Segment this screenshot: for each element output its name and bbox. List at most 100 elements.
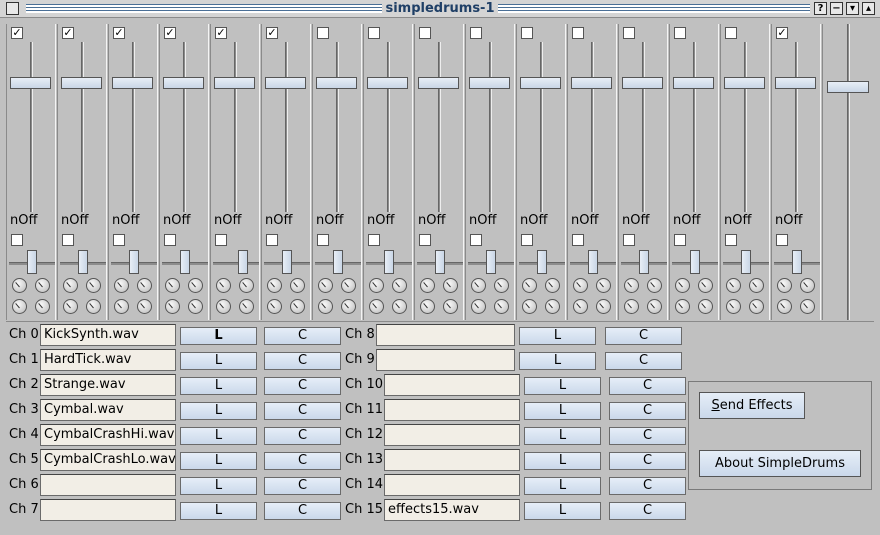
clear-sample-button[interactable]: C <box>264 352 341 370</box>
load-sample-button[interactable]: L <box>524 477 601 495</box>
pan-slider-thumb[interactable] <box>78 250 88 274</box>
pan-slider-thumb[interactable] <box>129 250 139 274</box>
effect-send-knob[interactable] <box>522 278 537 293</box>
noff-checkbox[interactable] <box>164 234 176 246</box>
pan-slider-thumb[interactable] <box>180 250 190 274</box>
volume-track[interactable] <box>234 42 237 212</box>
volume-track[interactable] <box>30 42 33 212</box>
master-volume-track[interactable] <box>847 24 850 320</box>
noff-checkbox[interactable] <box>470 234 482 246</box>
clear-sample-button[interactable]: C <box>605 327 682 345</box>
volume-slider-thumb[interactable] <box>571 77 612 89</box>
noff-checkbox[interactable] <box>266 234 278 246</box>
volume-track[interactable] <box>489 42 492 212</box>
pan-slider-thumb[interactable] <box>238 250 248 274</box>
clear-sample-button[interactable]: C <box>264 452 341 470</box>
effect-send-knob[interactable] <box>35 299 50 314</box>
volume-slider-thumb[interactable] <box>673 77 714 89</box>
volume-slider-thumb[interactable] <box>724 77 765 89</box>
effect-send-knob[interactable] <box>341 299 356 314</box>
effect-send-knob[interactable] <box>494 278 509 293</box>
channel-filename-field[interactable] <box>384 399 520 421</box>
channel-filename-field[interactable]: Cymbal.wav <box>40 399 176 421</box>
strip-enable-checkbox[interactable] <box>674 27 686 39</box>
effect-send-knob[interactable] <box>675 278 690 293</box>
effect-send-knob[interactable] <box>777 278 792 293</box>
effect-send-knob[interactable] <box>12 278 27 293</box>
pan-slider-thumb[interactable] <box>690 250 700 274</box>
effect-send-knob[interactable] <box>392 299 407 314</box>
strip-enable-checkbox[interactable] <box>317 27 329 39</box>
effect-send-knob[interactable] <box>114 278 129 293</box>
volume-slider-thumb[interactable] <box>112 77 153 89</box>
channel-filename-field[interactable]: KickSynth.wav <box>40 324 176 346</box>
volume-slider-thumb[interactable] <box>622 77 663 89</box>
clear-sample-button[interactable]: C <box>609 452 686 470</box>
noff-checkbox[interactable] <box>725 234 737 246</box>
noff-checkbox[interactable] <box>113 234 125 246</box>
noff-checkbox[interactable] <box>317 234 329 246</box>
strip-enable-checkbox[interactable] <box>623 27 635 39</box>
effect-send-knob[interactable] <box>726 278 741 293</box>
strip-enable-checkbox[interactable]: ✓ <box>62 27 74 39</box>
effect-send-knob[interactable] <box>749 299 764 314</box>
effect-send-knob[interactable] <box>647 299 662 314</box>
effect-send-knob[interactable] <box>698 299 713 314</box>
pan-slider-thumb[interactable] <box>282 250 292 274</box>
clear-sample-button[interactable]: C <box>264 502 341 520</box>
volume-slider-thumb[interactable] <box>418 77 459 89</box>
noff-checkbox[interactable] <box>215 234 227 246</box>
effect-send-knob[interactable] <box>800 278 815 293</box>
noff-checkbox[interactable] <box>62 234 74 246</box>
strip-enable-checkbox[interactable]: ✓ <box>215 27 227 39</box>
effect-send-knob[interactable] <box>137 278 152 293</box>
effect-send-knob[interactable] <box>188 299 203 314</box>
volume-slider-thumb[interactable] <box>61 77 102 89</box>
clear-sample-button[interactable]: C <box>264 327 341 345</box>
strip-enable-checkbox[interactable]: ✓ <box>11 27 23 39</box>
pan-track[interactable] <box>213 262 259 265</box>
clear-sample-button[interactable]: C <box>264 427 341 445</box>
maximize-button[interactable]: ▴ <box>862 2 875 15</box>
load-sample-button[interactable]: L <box>180 402 257 420</box>
effect-send-knob[interactable] <box>471 278 486 293</box>
strip-enable-checkbox[interactable] <box>521 27 533 39</box>
load-sample-button[interactable]: L <box>524 427 601 445</box>
channel-filename-field[interactable] <box>376 324 515 346</box>
effect-send-knob[interactable] <box>545 299 560 314</box>
help-button[interactable]: ? <box>814 2 827 15</box>
shade-button[interactable]: ▾ <box>846 2 859 15</box>
volume-slider-thumb[interactable] <box>265 77 306 89</box>
channel-filename-field[interactable]: CymbalCrashLo.wav <box>40 449 176 471</box>
channel-filename-field[interactable]: HardTick.wav <box>40 349 176 371</box>
volume-slider-thumb[interactable] <box>163 77 204 89</box>
noff-checkbox[interactable] <box>419 234 431 246</box>
clear-sample-button[interactable]: C <box>264 402 341 420</box>
effect-send-knob[interactable] <box>596 278 611 293</box>
channel-filename-field[interactable] <box>384 449 520 471</box>
pan-slider-thumb[interactable] <box>486 250 496 274</box>
effect-send-knob[interactable] <box>522 299 537 314</box>
load-sample-button[interactable]: L <box>524 402 601 420</box>
volume-track[interactable] <box>438 42 441 212</box>
strip-enable-checkbox[interactable]: ✓ <box>164 27 176 39</box>
effect-send-knob[interactable] <box>216 299 231 314</box>
clear-sample-button[interactable]: C <box>605 352 682 370</box>
effect-send-knob[interactable] <box>624 299 639 314</box>
effect-send-knob[interactable] <box>420 278 435 293</box>
effect-send-knob[interactable] <box>137 299 152 314</box>
effect-send-knob[interactable] <box>63 278 78 293</box>
channel-filename-field[interactable] <box>40 474 176 496</box>
effect-send-knob[interactable] <box>698 278 713 293</box>
pan-slider-thumb[interactable] <box>384 250 394 274</box>
volume-slider-thumb[interactable] <box>520 77 561 89</box>
load-sample-button[interactable]: L <box>524 377 601 395</box>
load-sample-button[interactable]: L <box>519 327 596 345</box>
strip-enable-checkbox[interactable] <box>419 27 431 39</box>
effect-send-knob[interactable] <box>239 278 254 293</box>
noff-checkbox[interactable] <box>572 234 584 246</box>
effect-send-knob[interactable] <box>494 299 509 314</box>
clear-sample-button[interactable]: C <box>609 377 686 395</box>
effect-send-knob[interactable] <box>165 278 180 293</box>
channel-filename-field[interactable] <box>40 499 176 521</box>
